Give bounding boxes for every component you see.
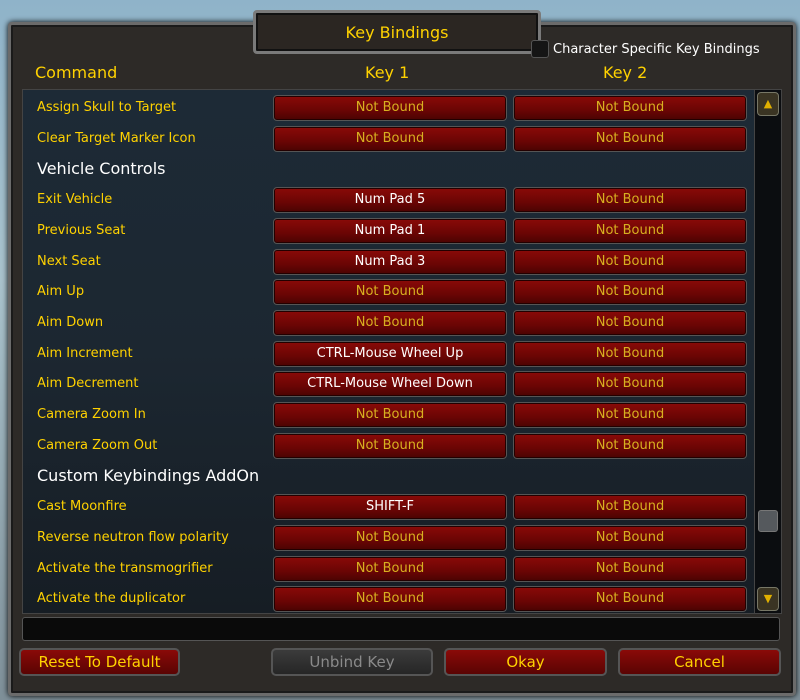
command-label: Camera Zoom Out bbox=[37, 437, 158, 453]
key1-binding-button[interactable]: CTRL-Mouse Wheel Down bbox=[273, 371, 507, 398]
command-label: Aim Decrement bbox=[37, 376, 139, 392]
command-label: Activate the duplicator bbox=[37, 591, 186, 607]
key1-binding-button[interactable]: Not Bound bbox=[273, 524, 507, 551]
key2-binding-button[interactable]: Not Bound bbox=[513, 524, 747, 551]
key2-binding-button[interactable]: Not Bound bbox=[513, 125, 747, 152]
binding-row: Aim Down Not Bound Not Bound bbox=[23, 309, 755, 336]
key1-binding-button[interactable]: Not Bound bbox=[273, 309, 507, 336]
character-specific-checkbox[interactable] bbox=[531, 40, 549, 58]
bindings-list: Assign Skull to Target Not Bound Not Bound… bbox=[22, 89, 756, 614]
key2-binding-button[interactable]: Not Bound bbox=[513, 371, 747, 398]
column-header-key2: Key 2 bbox=[603, 63, 648, 82]
category-header: Vehicle Controls bbox=[23, 156, 755, 182]
scrollbar[interactable]: ▲ ▼ bbox=[754, 89, 782, 614]
character-specific-label: Character Specific Key Bindings bbox=[553, 41, 760, 57]
command-label: Exit Vehicle bbox=[37, 192, 113, 208]
binding-row: Next Seat Num Pad 3 Not Bound bbox=[23, 248, 755, 275]
column-header-key1: Key 1 bbox=[365, 63, 410, 82]
key1-binding-button[interactable]: CTRL-Mouse Wheel Up bbox=[273, 340, 507, 367]
cancel-button[interactable]: Cancel bbox=[618, 648, 781, 676]
key1-binding-button[interactable]: Num Pad 1 bbox=[273, 217, 507, 244]
binding-status-bar bbox=[22, 617, 780, 641]
category-title: Vehicle Controls bbox=[37, 159, 166, 179]
command-label: Assign Skull to Target bbox=[37, 100, 177, 115]
column-header-command: Command bbox=[35, 63, 118, 82]
key1-binding-button[interactable]: Not Bound bbox=[273, 125, 507, 152]
key2-binding-button[interactable]: Not Bound bbox=[513, 187, 747, 214]
binding-row: Clear Target Marker Icon Not Bound Not Bou… bbox=[23, 125, 755, 152]
key1-binding-button[interactable]: Not Bound bbox=[273, 555, 507, 582]
key2-binding-button[interactable]: Not Bound bbox=[513, 217, 747, 244]
key2-binding-button[interactable]: Not Bound bbox=[513, 309, 747, 336]
key2-binding-button[interactable]: Not Bound bbox=[513, 340, 747, 367]
character-specific-toggle[interactable]: Character Specific Key Bindings bbox=[531, 40, 760, 58]
binding-row: Cast Moonfire SHIFT-F Not Bound bbox=[23, 494, 755, 521]
binding-row: Camera Zoom Out Not Bound Not Bound bbox=[23, 432, 755, 459]
binding-row: Aim Increment CTRL-Mouse Wheel Up Not Boun… bbox=[23, 340, 755, 367]
key1-binding-button[interactable]: Not Bound bbox=[273, 432, 507, 459]
command-label: Cast Moonfire bbox=[37, 499, 127, 515]
key1-binding-button[interactable]: Not Bound bbox=[273, 95, 507, 121]
key2-binding-button[interactable]: Not Bound bbox=[513, 432, 747, 459]
command-label: Clear Target Marker Icon bbox=[37, 130, 196, 146]
okay-button[interactable]: Okay bbox=[444, 648, 607, 676]
scrollbar-thumb[interactable] bbox=[758, 510, 778, 532]
unbind-key-button[interactable]: Unbind Key bbox=[271, 648, 433, 676]
key2-binding-button[interactable]: Not Bound bbox=[513, 555, 747, 582]
binding-row: Activate the transmogrifier Not Bound Not … bbox=[23, 555, 755, 582]
reset-to-default-button[interactable]: Reset To Default bbox=[19, 648, 180, 676]
command-label: Reverse neutron flow polarity bbox=[37, 529, 229, 545]
binding-row: Previous Seat Num Pad 1 Not Bound bbox=[23, 217, 755, 244]
key1-binding-button[interactable]: Not Bound bbox=[273, 586, 507, 613]
key1-binding-button[interactable]: SHIFT-F bbox=[273, 494, 507, 521]
key2-binding-button[interactable]: Not Bound bbox=[513, 248, 747, 275]
key2-binding-button[interactable]: Not Bound bbox=[513, 494, 747, 521]
key1-binding-button[interactable]: Not Bound bbox=[273, 279, 507, 306]
command-label: Previous Seat bbox=[37, 222, 126, 238]
binding-row: Camera Zoom In Not Bound Not Bound bbox=[23, 402, 755, 428]
title-text: Key Bindings bbox=[345, 22, 449, 42]
key1-binding-button[interactable]: Not Bound bbox=[273, 402, 507, 428]
key1-binding-button[interactable]: Num Pad 3 bbox=[273, 248, 507, 275]
command-label: Next Seat bbox=[37, 253, 101, 269]
binding-row: Reverse neutron flow polarity Not Bound No… bbox=[23, 524, 755, 551]
command-label: Camera Zoom In bbox=[37, 407, 146, 422]
key1-binding-button[interactable]: Num Pad 5 bbox=[273, 187, 507, 214]
binding-row: Aim Up Not Bound Not Bound bbox=[23, 279, 755, 306]
key2-binding-button[interactable]: Not Bound bbox=[513, 402, 747, 428]
window-title: Key Bindings bbox=[253, 10, 541, 54]
category-header: Custom Keybindings AddOn bbox=[23, 463, 755, 489]
key2-binding-button[interactable]: Not Bound bbox=[513, 586, 747, 613]
command-label: Aim Down bbox=[37, 314, 104, 330]
scroll-down-button[interactable]: ▼ bbox=[757, 587, 779, 611]
binding-row: Aim Decrement CTRL-Mouse Wheel Down Not Bo… bbox=[23, 371, 755, 398]
command-label: Activate the transmogrifier bbox=[37, 560, 213, 576]
command-label: Aim Increment bbox=[37, 345, 133, 361]
scroll-up-button[interactable]: ▲ bbox=[757, 92, 779, 116]
binding-row: Assign Skull to Target Not Bound Not Bound bbox=[23, 95, 755, 121]
binding-row: Activate the duplicator Not Bound Not Boun… bbox=[23, 586, 755, 613]
command-label: Aim Up bbox=[37, 284, 85, 300]
category-title: Custom Keybindings AddOn bbox=[37, 466, 260, 486]
key2-binding-button[interactable]: Not Bound bbox=[513, 95, 747, 121]
key2-binding-button[interactable]: Not Bound bbox=[513, 279, 747, 306]
binding-row: Exit Vehicle Num Pad 5 Not Bound bbox=[23, 187, 755, 214]
